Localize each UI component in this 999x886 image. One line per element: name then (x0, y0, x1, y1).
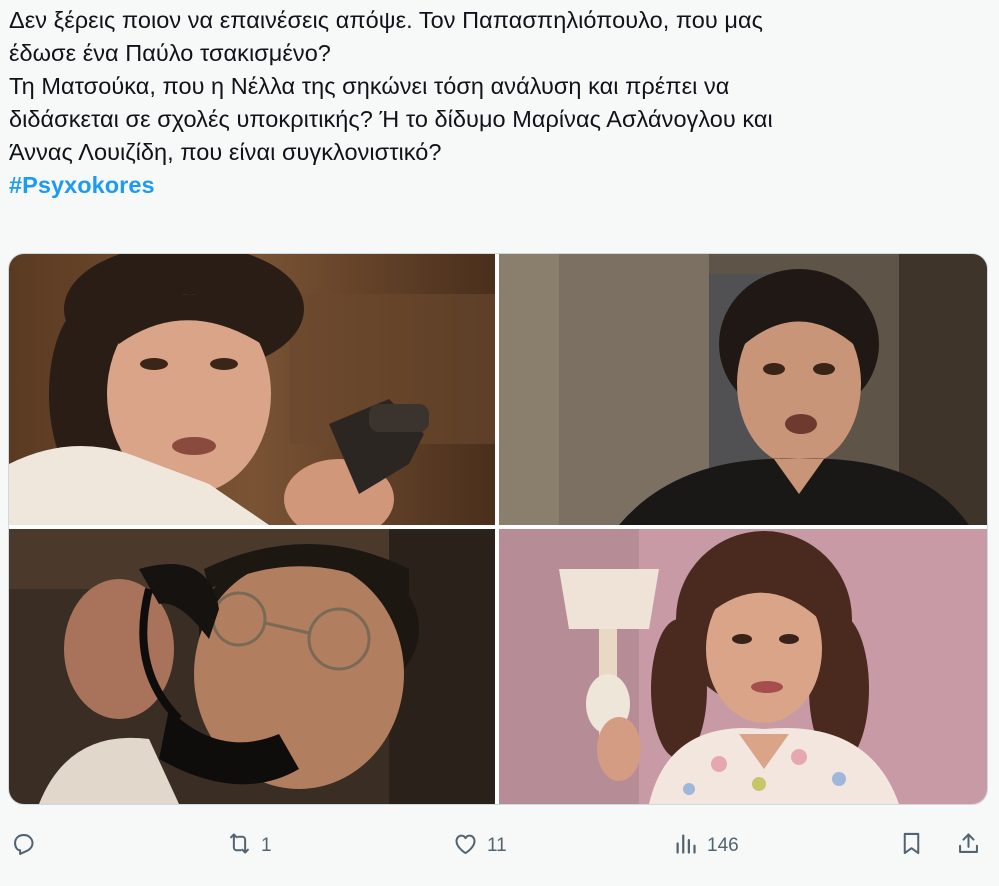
tweet-text-line: Τη Ματσούκα, που η Νέλλα της σηκώνει τόσ… (9, 73, 730, 99)
tweet-text-line: Άννας Λουιζίδη, που είναι συγκλονιστικό? (9, 139, 442, 165)
like-count: 11 (487, 835, 507, 856)
views-button[interactable]: 146 (672, 826, 739, 866)
views-count: 146 (707, 835, 739, 856)
retweet-count: 1 (261, 835, 272, 856)
like-button[interactable]: 11 (452, 826, 507, 866)
retweet-button[interactable]: 1 (226, 826, 272, 866)
share-button[interactable] (955, 826, 982, 866)
media-grid (8, 253, 988, 805)
reply-button[interactable] (10, 826, 45, 866)
media-image-3[interactable] (9, 529, 495, 804)
tweet-action-bar: 1 11 146 (0, 820, 999, 876)
media-image-2[interactable] (499, 254, 987, 525)
reply-icon (10, 830, 37, 863)
bookmark-icon (898, 830, 925, 863)
tweet-text-line: έδωσε ένα Παύλο τσακισμένο? (9, 40, 331, 66)
heart-icon (452, 830, 479, 863)
tweet-text-line: Δεν ξέρεις ποιον να επαινέσεις απόψε. Το… (9, 7, 763, 33)
views-icon (672, 830, 699, 863)
hashtag-link[interactable]: #Psyxokores (9, 169, 989, 202)
bookmark-button[interactable] (898, 826, 925, 866)
media-image-4[interactable] (499, 529, 987, 804)
tweet-text-line: διδάσκεται σε σχολές υποκριτικής? Ή το δ… (9, 106, 773, 132)
media-image-1[interactable] (9, 254, 495, 525)
tweet-text: Δεν ξέρεις ποιον να επαινέσεις απόψε. Το… (9, 4, 989, 202)
share-icon (955, 830, 982, 863)
retweet-icon (226, 830, 253, 863)
